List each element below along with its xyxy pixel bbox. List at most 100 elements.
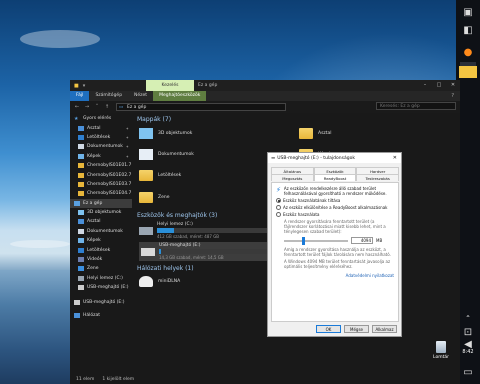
usb-drive-icon [141, 247, 155, 256]
nav-item-music[interactable]: Zene [70, 264, 132, 273]
folder-label: Dokumentumok [158, 152, 194, 157]
tab-file[interactable]: Fájl [70, 91, 90, 101]
nav-item-folder[interactable]: ChernobylS01E04.7 [70, 189, 132, 198]
recent-dropdown-icon[interactable]: ˅ [93, 104, 101, 110]
usb-drive-icon: ▬ [271, 155, 276, 161]
radio-dedicate[interactable]: Az eszköz elkülönítése a ReadyBoost alka… [276, 205, 394, 210]
document-icon [78, 228, 84, 234]
usb-drive-icon [74, 299, 80, 305]
drive-c[interactable]: Helyi lemez (C:) 412 GB szabad, méret: 4… [139, 222, 269, 239]
apply-button[interactable]: Alkalmaz [372, 325, 397, 333]
drive-free-space: 412 GB szabad, méret: 487 GB [157, 234, 220, 239]
music-icon [78, 266, 84, 272]
tab-hardware[interactable]: Hardver [356, 167, 400, 174]
notifications-icon[interactable]: ▣ [460, 4, 476, 20]
context-tab[interactable]: Kezelés [146, 80, 194, 91]
nav-item-desktop[interactable]: Asztal [70, 217, 132, 226]
close-button[interactable]: ✕ [446, 80, 460, 91]
nav-item-usb[interactable]: USB-meghajtó (E:) [70, 297, 132, 306]
document-icon [78, 144, 84, 150]
search-input[interactable]: Keresés: Ez a gép [376, 102, 456, 110]
pin-icon: ✦ [125, 144, 129, 150]
cube-icon [139, 128, 153, 139]
radio-label: Eszköz használata [283, 212, 320, 217]
nav-item-pictures[interactable]: Képek ✦ [70, 152, 132, 161]
nav-item-local-disk[interactable]: Helyi lemez (C:) [70, 274, 132, 283]
tab-general[interactable]: Általános [271, 167, 314, 174]
radio-disable[interactable]: Eszköz használatának tiltása [276, 198, 394, 203]
radio-use[interactable]: Eszköz használata [276, 212, 394, 217]
reserve-text: A rendszer gyorsítására fenntartott terü… [284, 219, 386, 234]
ok-button[interactable]: OK [316, 325, 341, 333]
up-arrow-icon[interactable]: ↑ [103, 104, 111, 110]
document-icon [139, 149, 153, 160]
minimize-button[interactable]: – [418, 80, 432, 91]
nav-item-folder[interactable]: ChernobylS01E01.7 [70, 161, 132, 170]
folder-label: Zene [158, 195, 170, 200]
nav-label: Dokumentumok [87, 228, 123, 234]
action-center-icon[interactable]: ▭ [460, 364, 476, 380]
tab-computer[interactable]: Számítógép [89, 91, 128, 101]
taskview-icon[interactable]: ◧ [460, 22, 476, 38]
cancel-button[interactable]: Mégse [344, 325, 369, 333]
space-slider[interactable] [284, 236, 348, 245]
quick-access-toolbar[interactable]: ▾ [83, 83, 86, 89]
folder-downloads[interactable]: Letöltések [139, 170, 181, 181]
tab-drive-tools[interactable]: Meghajtóeszközök [153, 91, 207, 101]
nav-item-documents[interactable]: Dokumentumok ✦ [70, 142, 132, 151]
nav-item-3d-objects[interactable]: 3D objektumok [70, 208, 132, 217]
recycle-bin[interactable]: Lomtár [429, 341, 453, 360]
radio-button[interactable] [276, 205, 281, 210]
maximize-button[interactable]: □ [432, 80, 446, 91]
dialog-title-bar[interactable]: ▬ USB-meghajtó (E:) - tulajdonságok ✕ [268, 153, 401, 163]
space-value-input[interactable]: 4094 [351, 237, 373, 244]
nav-item-videos[interactable]: Videók [70, 255, 132, 264]
nav-item-folder[interactable]: ChernobylS01E03.7 [70, 180, 132, 189]
tab-sharing[interactable]: Megosztás [271, 174, 314, 181]
nav-item-pictures[interactable]: Képek [70, 236, 132, 245]
readyboost-icon: ⚡ [276, 186, 281, 194]
drive-usb-selected[interactable]: USB-meghajtó (E:) 14,3 GB szabad, méret:… [139, 242, 273, 261]
nav-label: Videók [87, 257, 103, 263]
slider-thumb[interactable] [301, 236, 305, 245]
close-icon[interactable]: ✕ [393, 155, 397, 161]
pin-icon: ✦ [125, 153, 129, 159]
tab-view[interactable]: Nézet [128, 91, 153, 101]
nav-item-downloads[interactable]: Letöltések [70, 245, 132, 254]
nav-item-documents[interactable]: Dokumentumok [70, 227, 132, 236]
network-label: miniDLNA [158, 279, 181, 284]
nav-item-downloads[interactable]: Letöltések ✦ [70, 133, 132, 142]
help-icon[interactable]: ? [451, 93, 454, 99]
file-explorer-icon[interactable] [459, 66, 477, 78]
nav-quick-access[interactable]: ★ Gyors elérés [70, 114, 132, 123]
privacy-link[interactable]: Adatvédelmi nyilatkozat [276, 273, 394, 278]
tab-tools[interactable]: Eszközök [313, 167, 357, 174]
nav-item-desktop[interactable]: Asztal ✦ [70, 123, 132, 132]
folder-3d-objects[interactable]: 3D objektumok [139, 128, 192, 139]
nav-item-this-pc[interactable]: Ez a gép [70, 198, 132, 208]
tab-customize[interactable]: Testreszabás [356, 174, 400, 181]
section-header-devices[interactable]: Eszközök és meghajtók (3) [137, 212, 217, 219]
title-bar[interactable]: ■ ▾ Kezelés Ez a gép – □ ✕ [70, 80, 460, 91]
address-bar[interactable]: ▭ Ez a gép [116, 103, 286, 111]
folder-music[interactable]: Zene [139, 192, 169, 203]
folder-documents[interactable]: Dokumentumok [139, 149, 194, 160]
tab-readyboost[interactable]: ReadyBoost [313, 174, 357, 181]
intro-text: Az eszközön rendelkezésre álló szabad te… [283, 186, 387, 196]
nav-item-usb[interactable]: USB-meghajtó (E:) [70, 283, 132, 292]
nav-item-folder[interactable]: ChernobylS01E02.7 [70, 170, 132, 179]
penguin-icon [139, 276, 153, 287]
radio-button[interactable] [276, 212, 281, 217]
network-location[interactable]: miniDLNA [139, 276, 180, 287]
forward-arrow-icon[interactable]: → [83, 104, 91, 110]
nav-item-network[interactable]: Hálózat [70, 311, 132, 320]
firefox-icon[interactable]: ● [460, 44, 476, 60]
nav-label: USB-meghajtó (E:) [87, 285, 129, 291]
back-arrow-icon[interactable]: ← [73, 104, 81, 110]
pin-icon: ✦ [125, 134, 129, 140]
section-header-folders[interactable]: Mappák (7) [137, 116, 171, 123]
folder-desktop[interactable]: Asztal [299, 128, 332, 139]
radio-button[interactable] [276, 198, 281, 203]
section-header-network[interactable]: Hálózati helyek (1) [137, 265, 194, 272]
drive-usage-bar [157, 228, 269, 233]
